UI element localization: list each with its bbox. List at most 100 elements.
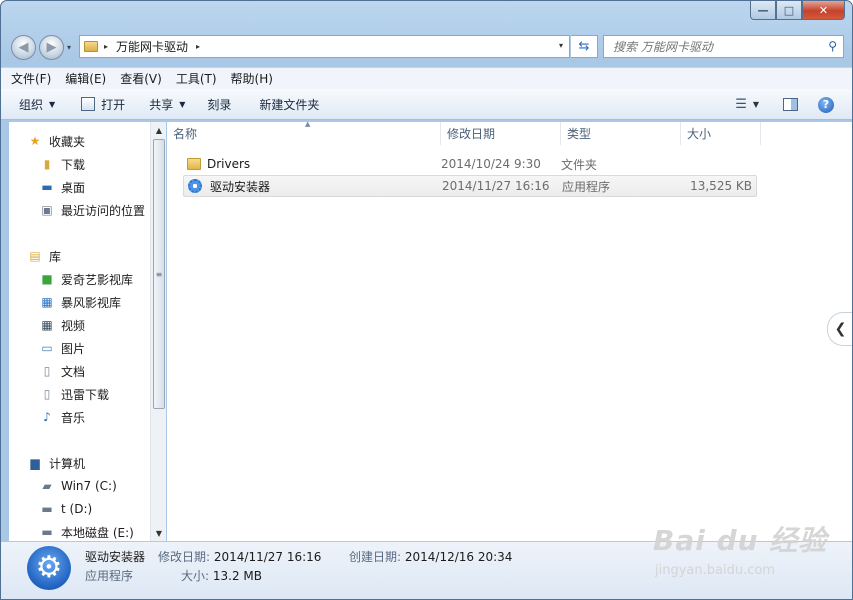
address-bar[interactable]: ▸ 万能网卡驱动 ▸ ▾ [79, 35, 570, 58]
sidebar-item-pictures[interactable]: ▭ 图片 [39, 337, 85, 359]
installer-gear-icon: ⚙ [27, 546, 71, 590]
sidebar-item-computer[interactable]: ▆ 计算机 [27, 452, 85, 474]
search-input[interactable] [613, 39, 813, 54]
scrollbar-thumb[interactable]: ≡ [153, 139, 165, 409]
sidebar-item-videos[interactable]: ▦ 视频 [39, 314, 85, 336]
details-created: 创建日期: 2014/12/16 20:34 [349, 548, 512, 565]
open-button[interactable]: 打开 [73, 89, 133, 120]
column-header-modified[interactable]: 修改日期 [441, 122, 561, 145]
drive-icon: ▬ [41, 502, 53, 516]
back-arrow-icon: ◀ [18, 40, 29, 55]
details-created-label: 创建日期: [349, 550, 402, 564]
burn-button[interactable]: 刻录 [199, 89, 239, 120]
search-box[interactable]: ⚲ [603, 35, 844, 58]
scroll-down-arrow-icon[interactable]: ▼ [151, 525, 167, 541]
details-type-value: 应用程序 [85, 569, 134, 583]
sidebar-item-label: 音乐 [61, 410, 86, 425]
column-header-name[interactable]: 名称 ▲ [167, 120, 441, 145]
menu-tools[interactable]: 工具(T) [176, 70, 217, 87]
column-header-label: 大小 [687, 127, 712, 141]
sidebar-item-label: 收藏夹 [49, 134, 86, 149]
scroll-up-arrow-icon[interactable]: ▲ [151, 122, 167, 138]
maximize-button[interactable]: □ [776, 1, 802, 20]
details-created-value: 2014/12/16 20:34 [404, 550, 513, 564]
sidebar-item-favorites[interactable]: ★ 收藏夹 [27, 130, 85, 152]
search-icon[interactable]: ⚲ [828, 39, 837, 53]
sidebar-item-drive-c[interactable]: ▰ Win7 (C:) [39, 475, 116, 497]
breadcrumb-separator-end[interactable]: ▸ [196, 42, 200, 51]
column-headers: 名称 ▲ 修改日期 类型 大小 [167, 120, 852, 145]
view-options-icon[interactable]: ☰ [735, 97, 747, 112]
back-button[interactable]: ◀ [11, 35, 36, 60]
navigation-pane-scrollbar[interactable]: ▲ ≡ ▼ [150, 122, 166, 541]
sidebar-item-baofeng-library[interactable]: ▦ 暴风影视库 [39, 291, 121, 313]
sidebar-item-label: t (D:) [61, 502, 93, 516]
column-header-size[interactable]: 大小 [681, 122, 761, 145]
sidebar-item-label: 爱奇艺影视库 [61, 272, 134, 287]
star-icon: ★ [29, 134, 41, 148]
address-history-dropdown[interactable]: ▾ [559, 41, 563, 50]
file-name-cell: 驱动安装器 [184, 178, 442, 195]
file-size: 13,525 KB [690, 179, 752, 193]
collapse-pane-button[interactable]: ❮ [827, 312, 852, 346]
file-name-cell: Drivers [183, 157, 441, 171]
file-row[interactable]: Drivers 2014/10/24 9:30 文件夹 [183, 153, 757, 175]
preview-pane-icon[interactable] [783, 98, 798, 111]
file-modified: 2014/10/24 9:30 [441, 157, 541, 171]
sidebar-item-drive-e[interactable]: ▬ 本地磁盘 (E:) [39, 521, 134, 541]
sidebar-item-downloads[interactable]: ▮ 下载 [39, 153, 85, 175]
file-name: Drivers [207, 157, 251, 171]
details-size-label: 大小: [181, 569, 210, 583]
pictures-icon: ▭ [41, 341, 53, 355]
menu-help[interactable]: 帮助(H) [231, 70, 273, 87]
chevron-left-icon: ❮ [834, 321, 847, 337]
sidebar-item-iqiyi-library[interactable]: ■ 爱奇艺影视库 [39, 268, 133, 290]
column-header-type[interactable]: 类型 [561, 122, 681, 145]
folder-icon [84, 41, 98, 52]
sidebar-item-libraries[interactable]: ▤ 库 [27, 245, 61, 267]
sidebar-item-label: 文档 [61, 364, 86, 379]
menu-file[interactable]: 文件(F) [11, 70, 51, 87]
desktop-icon: ▬ [41, 180, 53, 194]
sidebar-item-documents[interactable]: ▯ 文档 [39, 360, 85, 382]
file-list-pane: 名称 ▲ 修改日期 类型 大小 Drivers 2014/10/24 9:30 文… [167, 120, 852, 541]
recent-pages-dropdown[interactable]: ▾ [67, 43, 71, 52]
chevron-down-icon[interactable]: ▼ [753, 100, 759, 109]
sidebar-item-desktop[interactable]: ▬ 桌面 [39, 176, 85, 198]
forward-button[interactable]: ▶ [39, 35, 64, 60]
sidebar-item-music[interactable]: ♪ 音乐 [39, 406, 85, 428]
explorer-window: — □ ✕ ◀ ▶ ▾ ▸ 万能网卡驱动 ▸ ▾ ⇆ ⚲ 文件(F) 编辑(E)… [0, 0, 853, 600]
sidebar-item-label: 最近访问的位置 [61, 203, 146, 218]
help-icon[interactable]: ? [818, 96, 834, 113]
new-folder-button[interactable]: 新建文件夹 [251, 89, 327, 120]
minimize-button[interactable]: — [750, 1, 776, 20]
menu-edit[interactable]: 编辑(E) [65, 70, 106, 87]
organize-button[interactable]: 组织 ▼ [1, 89, 63, 120]
sidebar-item-xunlei-downloads[interactable]: ▯ 迅雷下载 [39, 383, 109, 405]
refresh-button[interactable]: ⇆ [571, 35, 598, 58]
downloads-folder-icon: ▮ [43, 157, 51, 171]
xunlei-downloads-icon: ▯ [43, 387, 51, 401]
sort-ascending-icon: ▲ [305, 120, 311, 128]
breadcrumb-separator[interactable]: ▸ [104, 42, 108, 51]
music-icon: ♪ [43, 410, 51, 424]
file-type: 应用程序 [562, 179, 611, 194]
sidebar-item-label: 库 [49, 249, 62, 264]
column-header-label: 名称 [173, 127, 198, 141]
file-row-selected[interactable]: 驱动安装器 2014/11/27 16:16 应用程序 13,525 KB [183, 175, 757, 197]
sidebar-item-label: 下载 [61, 157, 86, 172]
sidebar-item-label: 本地磁盘 (E:) [61, 525, 134, 540]
column-header-label: 修改日期 [447, 127, 496, 141]
details-size: 大小: 13.2 MB [181, 567, 262, 584]
close-button[interactable]: ✕ [802, 1, 845, 20]
installer-gear-icon [188, 179, 202, 193]
share-button[interactable]: 共享 ▼ [141, 89, 193, 120]
recent-places-icon: ▣ [41, 203, 53, 217]
refresh-icon: ⇆ [578, 39, 590, 54]
sidebar-item-drive-d[interactable]: ▬ t (D:) [39, 498, 92, 520]
sidebar-item-recent-places[interactable]: ▣ 最近访问的位置 [39, 199, 145, 221]
menu-view[interactable]: 查看(V) [120, 70, 162, 87]
chevron-down-icon: ▼ [179, 99, 186, 109]
breadcrumb-current-folder[interactable]: 万能网卡驱动 [116, 38, 188, 55]
open-label: 打开 [101, 97, 126, 112]
